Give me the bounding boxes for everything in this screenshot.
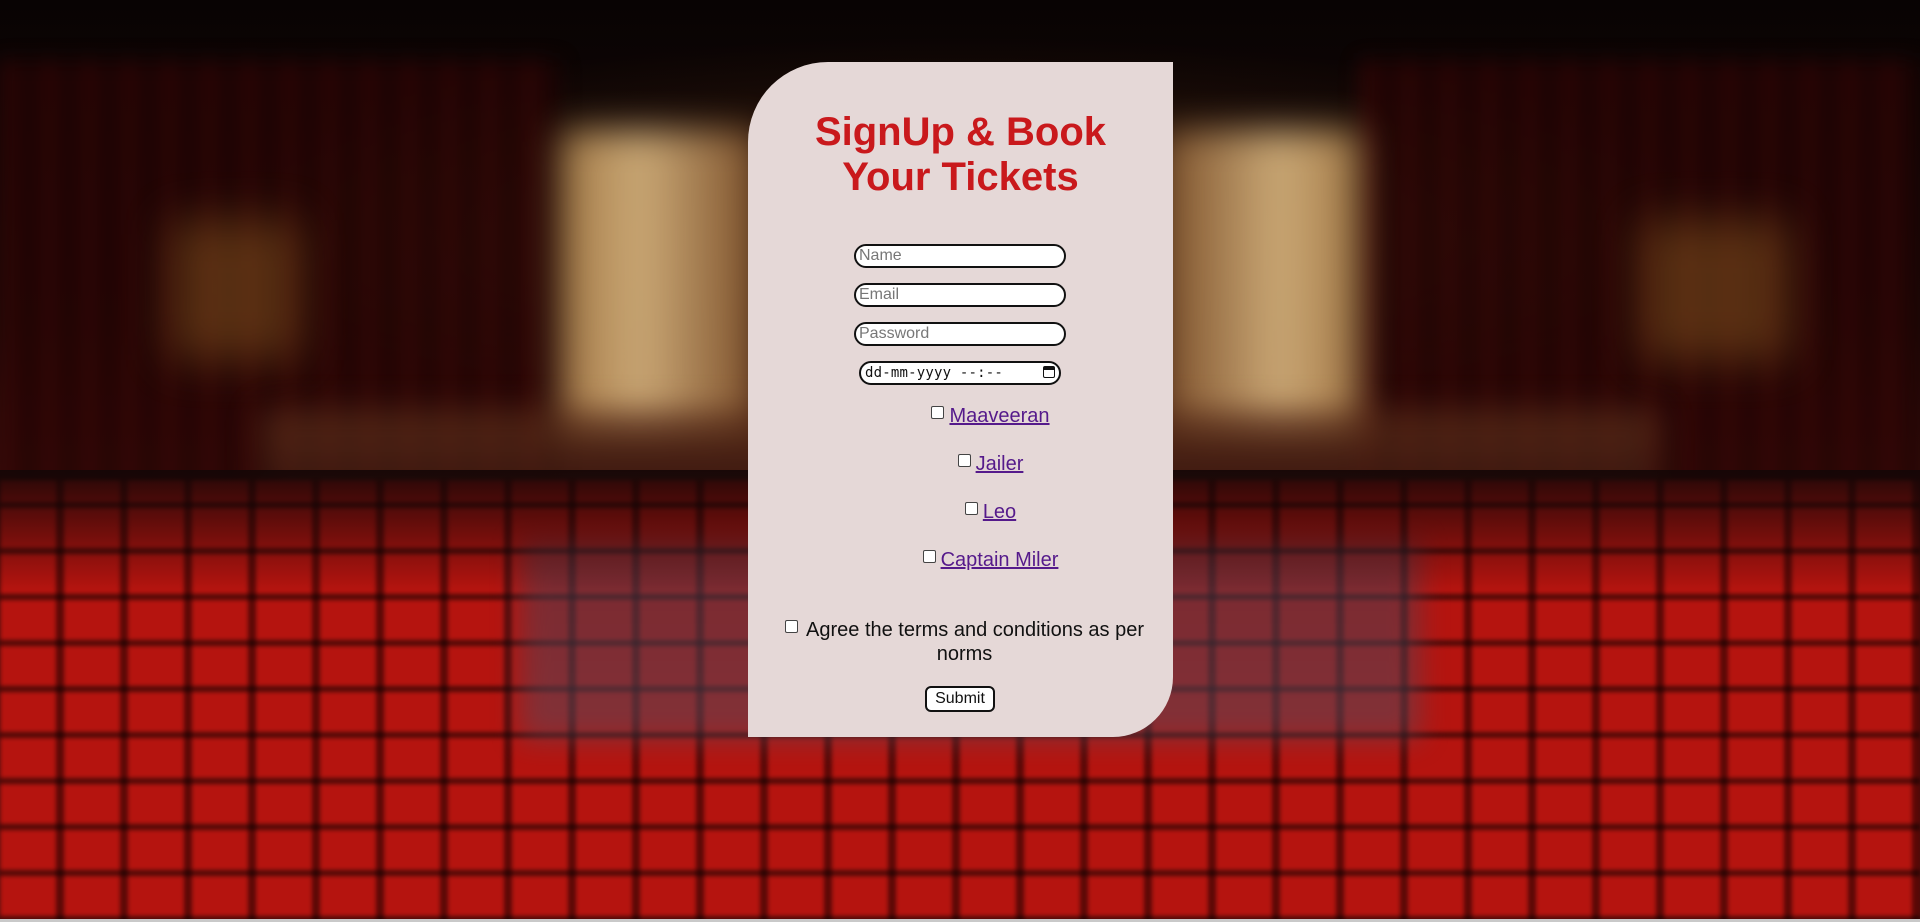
movie-link-captain-miler[interactable]: Captain Miler [941, 549, 1059, 571]
stage-light-side-right [1640, 220, 1790, 360]
movie-checkbox-captain-miler[interactable] [922, 550, 936, 563]
terms-checkbox[interactable] [785, 620, 799, 633]
movie-checkbox-jailer[interactable] [957, 454, 971, 467]
movie-link-leo[interactable]: Leo [983, 501, 1016, 523]
stage-light-left [560, 130, 760, 430]
movie-option-maaveeran: Maaveeran [748, 404, 1173, 428]
movie-option-captain-miler: Captain Miler [748, 548, 1173, 572]
datetime-input[interactable]: dd-mm-yyyy --:-- [859, 361, 1061, 385]
terms-row: Agree the terms and conditions as per no… [778, 618, 1151, 666]
movie-link-jailer[interactable]: Jailer [976, 453, 1024, 475]
email-input[interactable] [854, 283, 1066, 307]
calendar-icon[interactable] [1043, 366, 1055, 378]
signup-form-card: SignUp & Book Your Tickets dd-mm-yyyy --… [748, 62, 1173, 737]
movie-link-maaveeran[interactable]: Maaveeran [949, 405, 1049, 427]
form-title: SignUp & Book Your Tickets [814, 110, 1107, 199]
password-input[interactable] [854, 322, 1066, 346]
datetime-placeholder: dd-mm-yyyy --:-- [865, 365, 1004, 381]
terms-label: Agree the terms and conditions as per no… [806, 619, 1144, 665]
stage-light-right [1160, 130, 1360, 430]
movie-option-jailer: Jailer [748, 452, 1173, 476]
movie-option-leo: Leo [748, 500, 1173, 524]
movie-checkbox-leo[interactable] [964, 502, 978, 515]
submit-button[interactable]: Submit [925, 686, 995, 712]
stage-light-side-left [170, 220, 300, 360]
name-input[interactable] [854, 244, 1066, 268]
movie-checkbox-maaveeran[interactable] [931, 406, 945, 419]
